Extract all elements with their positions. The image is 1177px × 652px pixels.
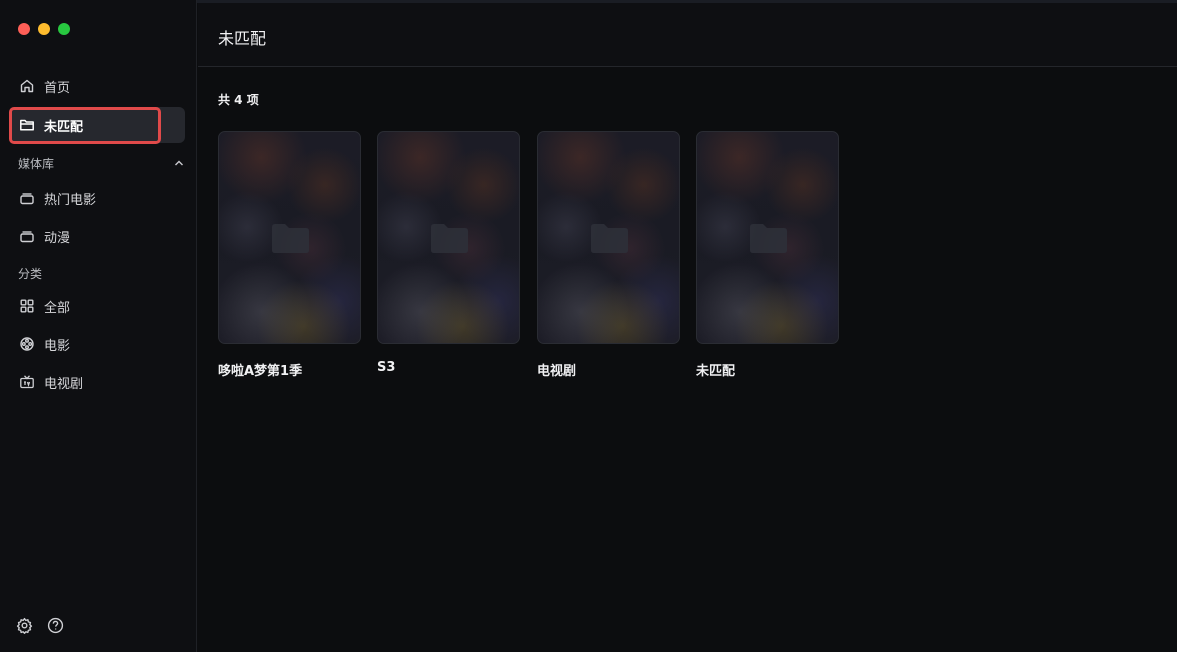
item-count: 共 4 项 <box>218 93 259 107</box>
folder-icon <box>591 224 628 253</box>
close-window-button[interactable] <box>18 23 30 35</box>
home-icon <box>19 78 35 94</box>
sidebar: 首页 未匹配 媒体库 热门电影 动漫 分类 全部 电影 电视剧 <box>0 0 197 652</box>
maximize-window-button[interactable] <box>58 23 70 35</box>
library-icon <box>19 228 35 244</box>
sidebar-item-label: 动漫 <box>44 230 71 246</box>
folder-icon <box>19 117 35 133</box>
sidebar-item-tv-series[interactable]: 电视剧 <box>10 364 185 400</box>
sidebar-item-anime[interactable]: 动漫 <box>10 218 185 254</box>
gear-icon[interactable] <box>16 617 33 634</box>
poster-placeholder <box>377 131 520 344</box>
sidebar-item-popular-movies[interactable]: 热门电影 <box>10 180 185 216</box>
media-card[interactable]: 电视剧 <box>537 131 680 379</box>
minimize-window-button[interactable] <box>38 23 50 35</box>
sidebar-item-label: 未匹配 <box>44 119 84 135</box>
library-section-label: 媒体库 <box>18 157 55 171</box>
media-card[interactable]: S3 <box>377 131 520 375</box>
media-card-title: S3 <box>377 360 396 375</box>
grid-icon <box>19 298 35 314</box>
sidebar-footer <box>16 617 64 634</box>
poster-placeholder <box>537 131 680 344</box>
media-card-title: 未匹配 <box>696 364 736 379</box>
sidebar-item-label: 首页 <box>44 80 71 96</box>
media-card-title: 哆啦A梦第1季 <box>218 364 303 379</box>
library-icon <box>19 190 35 206</box>
chevron-up-icon[interactable] <box>173 157 185 169</box>
poster-placeholder <box>218 131 361 344</box>
sidebar-item-label: 电影 <box>44 338 71 354</box>
sidebar-item-unmatched[interactable]: 未匹配 <box>10 107 185 143</box>
help-icon[interactable] <box>47 617 64 634</box>
film-reel-icon <box>19 336 35 352</box>
category-section-label: 分类 <box>18 267 43 281</box>
sidebar-item-home[interactable]: 首页 <box>10 68 185 104</box>
page-title: 未匹配 <box>218 29 267 48</box>
media-card[interactable]: 未匹配 <box>696 131 839 379</box>
sidebar-item-movies[interactable]: 电影 <box>10 326 185 362</box>
folder-icon <box>750 224 787 253</box>
window-controls <box>18 23 70 35</box>
media-card[interactable]: 哆啦A梦第1季 <box>218 131 361 379</box>
folder-icon <box>431 224 468 253</box>
sidebar-item-all[interactable]: 全部 <box>10 288 185 324</box>
media-card-title: 电视剧 <box>537 364 577 379</box>
sidebar-item-label: 全部 <box>44 300 71 316</box>
poster-placeholder <box>696 131 839 344</box>
tv-icon <box>19 374 35 390</box>
sidebar-item-label: 热门电影 <box>44 192 97 208</box>
main-content: 未匹配 共 4 项 哆啦A梦第1季 S3 电视剧 未匹配 <box>198 0 1177 652</box>
folder-icon <box>272 224 309 253</box>
page-header: 未匹配 <box>198 3 1177 67</box>
sidebar-item-label: 电视剧 <box>44 376 84 392</box>
